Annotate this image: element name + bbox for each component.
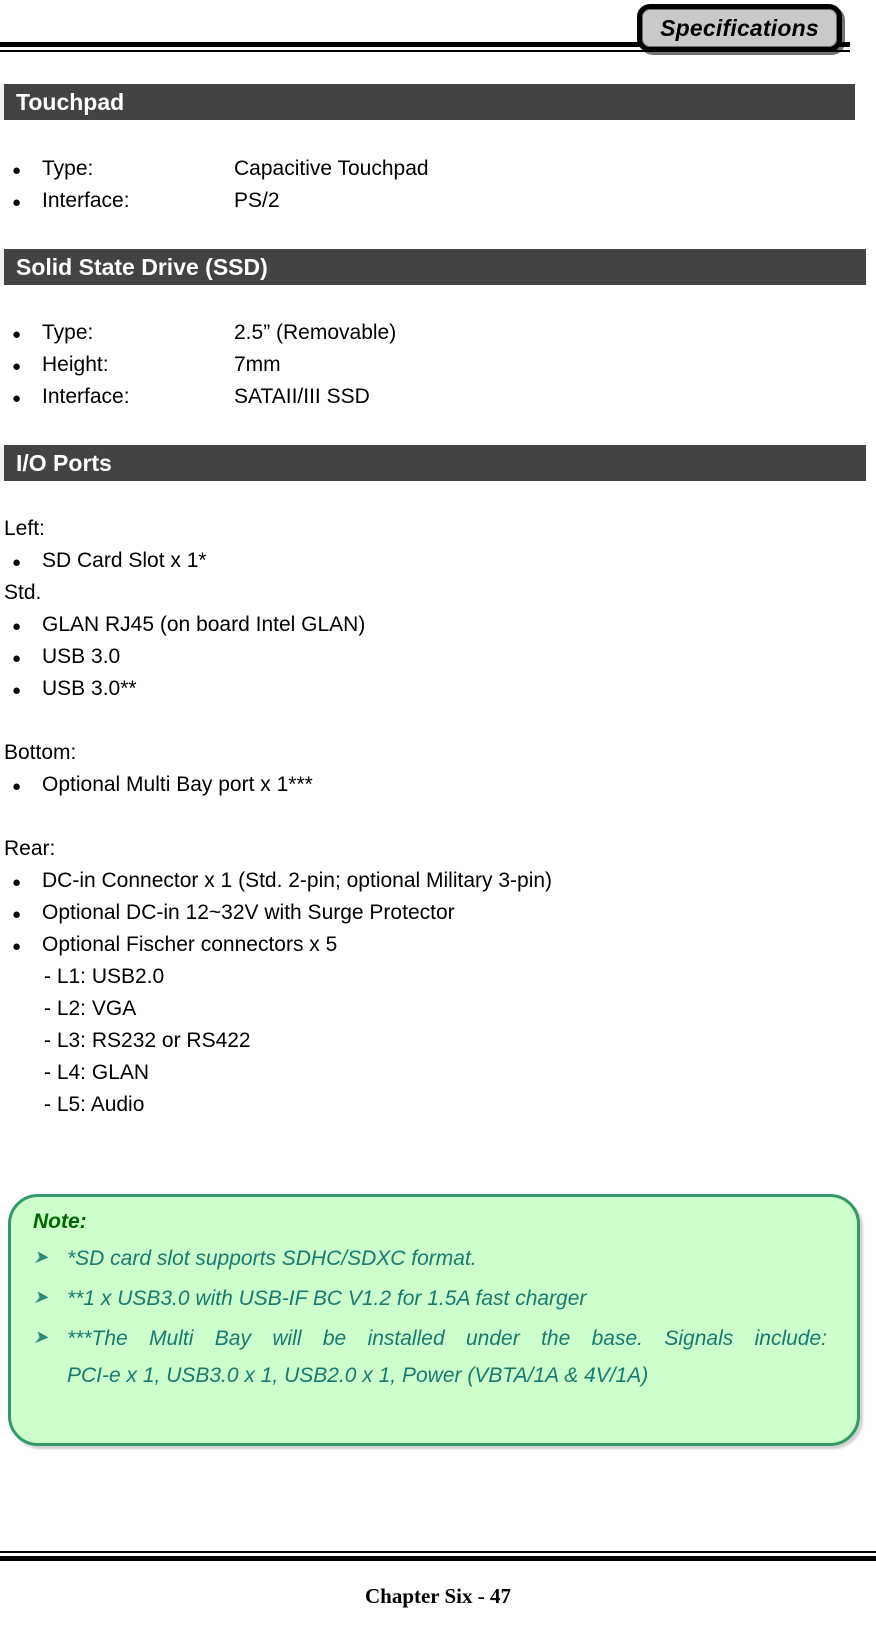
spec-term: Height:	[42, 353, 109, 376]
fischer-subline-l2: - L2: VGA	[44, 997, 137, 1020]
note-item-text: ***The Multi Bay will be installed under…	[67, 1326, 827, 1350]
spec-row-ssd-type: ● Type: 2.5” (Removable)	[12, 322, 396, 343]
bullet-icon: ●	[12, 938, 22, 955]
io-item-sd-card-slot: ● SD Card Slot x 1*	[12, 550, 207, 571]
spec-value: Capacitive Touchpad	[234, 157, 429, 180]
note-list-item: ➤ ***The Multi Bay will be installed und…	[33, 1326, 827, 1390]
io-item-fischer-connectors: ● Optional Fischer connectors x 5	[12, 934, 337, 955]
io-item-label: Optional Multi Bay port x 1***	[42, 773, 313, 796]
header-tab-inner: Specifications	[642, 9, 837, 47]
spec-value: SATAII/III SSD	[234, 385, 370, 408]
spec-term: Type:	[42, 157, 94, 180]
section-title-touchpad: Touchpad	[16, 88, 125, 115]
arrow-right-icon: ➤	[33, 1247, 49, 1267]
section-title-io-ports: I/O Ports	[16, 449, 112, 476]
arrow-right-icon: ➤	[33, 1326, 49, 1347]
note-list-item: ➤ **1 x USB3.0 with USB-IF BC V1.2 for 1…	[33, 1286, 827, 1313]
io-item-glan-rj45: ● GLAN RJ45 (on board Intel GLAN)	[12, 614, 365, 635]
spec-value: 2.5” (Removable)	[234, 321, 397, 344]
bullet-icon: ●	[12, 778, 22, 795]
header-tab-specifications: Specifications	[637, 4, 842, 52]
note-item-text: **1 x USB3.0 with USB-IF BC V1.2 for 1.5…	[67, 1286, 587, 1310]
footer-rule-thick	[0, 1556, 876, 1561]
spec-row-ssd-height: ● Height: 7mm	[12, 354, 281, 375]
note-item-text-continued: PCI-e x 1, USB3.0 x 1, USB2.0 x 1, Power…	[67, 1363, 649, 1387]
note-item-text: *SD card slot supports SDHC/SDXC format.	[67, 1247, 477, 1270]
spec-term: Interface:	[42, 189, 130, 212]
footer-page-label: Chapter Six - 47	[364, 1584, 512, 1608]
io-item-label: GLAN RJ45 (on board Intel GLAN)	[42, 613, 366, 636]
io-item-usb30: ● USB 3.0	[12, 646, 120, 667]
io-group-heading-bottom: Bottom:	[4, 741, 77, 764]
note-title: Note:	[33, 1210, 87, 1233]
note-item-text-block: ***The Multi Bay will be installed under…	[67, 1326, 827, 1390]
io-subheading-std: Std.	[4, 581, 42, 604]
spec-value: PS/2	[234, 189, 280, 212]
io-item-dc-in-connector: ● DC-in Connector x 1 (Std. 2-pin; optio…	[12, 870, 552, 891]
spec-term: Type:	[42, 321, 94, 344]
bullet-icon: ●	[12, 390, 22, 407]
section-header-ssd: Solid State Drive (SSD)	[0, 249, 866, 285]
io-group-heading-left: Left:	[4, 517, 45, 540]
bullet-icon: ●	[12, 554, 22, 571]
bullet-icon: ●	[12, 358, 22, 375]
io-item-usb30-starred: ● USB 3.0**	[12, 678, 137, 699]
header-tab-label: Specifications	[660, 14, 819, 41]
io-group-heading-rear: Rear:	[4, 837, 56, 860]
note-list-item: ➤ *SD card slot supports SDHC/SDXC forma…	[33, 1246, 827, 1273]
section-title-ssd: Solid State Drive (SSD)	[16, 253, 268, 280]
spec-row-touchpad-type: ● Type: Capacitive Touchpad	[12, 158, 429, 179]
spec-row-ssd-interface: ● Interface: SATAII/III SSD	[12, 386, 370, 407]
bullet-icon: ●	[12, 194, 22, 211]
io-item-label: Optional Fischer connectors x 5	[42, 933, 338, 956]
section-header-touchpad: Touchpad	[0, 84, 855, 120]
io-item-label: SD Card Slot x 1*	[42, 549, 207, 572]
io-item-optional-dc-in: ● Optional DC-in 12~32V with Surge Prote…	[12, 902, 455, 923]
bullet-icon: ●	[12, 618, 22, 635]
io-item-label: DC-in Connector x 1 (Std. 2-pin; optiona…	[42, 869, 553, 892]
io-item-label: Optional DC-in 12~32V with Surge Protect…	[42, 901, 455, 924]
fischer-subline-l5: - L5: Audio	[44, 1093, 145, 1116]
section-header-io-ports: I/O Ports	[0, 445, 866, 481]
document-page: Specifications Touchpad ● Type: Capaciti…	[0, 0, 876, 1629]
io-item-multi-bay-port: ● Optional Multi Bay port x 1***	[12, 774, 313, 795]
note-callout-box: Note: ➤ *SD card slot supports SDHC/SDXC…	[8, 1194, 860, 1446]
bullet-icon: ●	[12, 874, 22, 891]
fischer-subline-l4: - L4: GLAN	[44, 1061, 150, 1084]
bullet-icon: ●	[12, 682, 22, 699]
bullet-icon: ●	[12, 326, 22, 343]
fischer-subline-l3: - L3: RS232 or RS422	[44, 1029, 251, 1052]
spec-row-touchpad-interface: ● Interface: PS/2	[12, 190, 280, 211]
io-item-label: USB 3.0**	[42, 677, 137, 700]
bullet-icon: ●	[12, 162, 22, 179]
io-item-label: USB 3.0	[42, 645, 121, 668]
footer-rule	[0, 1551, 876, 1561]
spec-value: 7mm	[234, 353, 281, 376]
spec-term: Interface:	[42, 385, 130, 408]
bullet-icon: ●	[12, 650, 22, 667]
bullet-icon: ●	[12, 906, 22, 923]
arrow-right-icon: ➤	[33, 1286, 49, 1307]
fischer-subline-l1: - L1: USB2.0	[44, 965, 165, 988]
